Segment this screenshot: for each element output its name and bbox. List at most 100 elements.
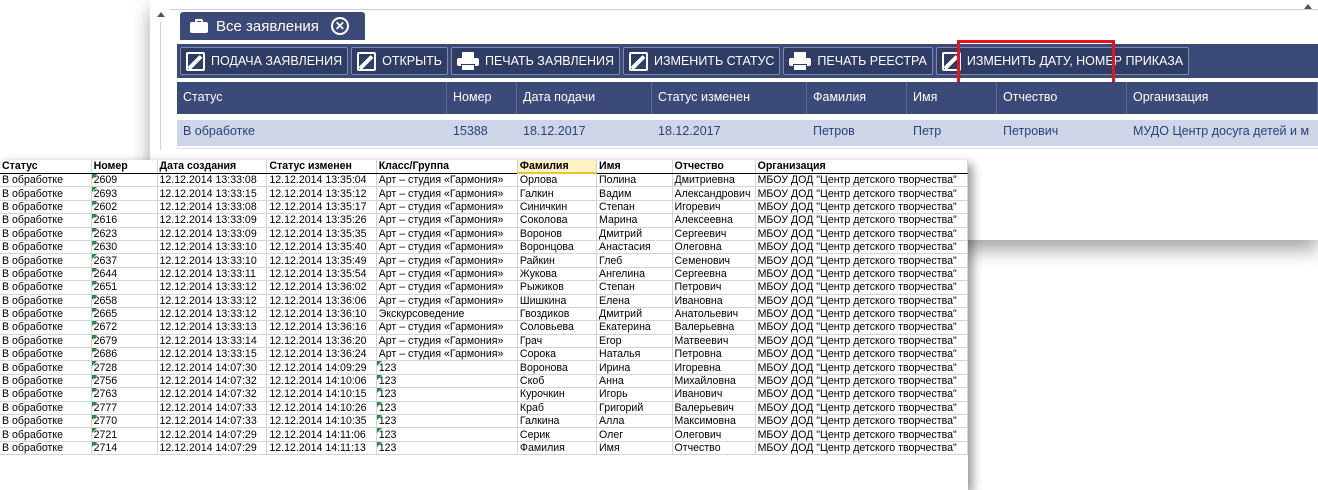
table-cell[interactable]: 123 [376, 387, 518, 402]
table-cell[interactable]: 12.12.2014 14:11:06 [266, 427, 377, 442]
table-cell[interactable]: В обработке [0, 253, 92, 268]
column-header[interactable]: Номер [447, 82, 517, 114]
table-cell[interactable]: Синичкин [517, 200, 598, 215]
column-header[interactable]: Имя [907, 82, 997, 114]
table-cell[interactable]: 12.12.2014 13:33:08 [157, 200, 268, 215]
table-cell[interactable]: 2728 [91, 360, 158, 375]
table-cell[interactable]: В обработке [0, 347, 92, 362]
table-cell[interactable]: Дмитрий [596, 307, 673, 322]
column-header[interactable]: Класс/Группа [376, 160, 518, 174]
table-cell[interactable]: Галкина [517, 414, 598, 429]
table-cell[interactable]: 123 [376, 401, 518, 416]
table-cell[interactable]: 123 [376, 360, 518, 375]
table-cell[interactable]: Серик [517, 427, 598, 442]
table-cell[interactable]: 2686 [91, 347, 158, 362]
scrollbar-track[interactable] [160, 22, 161, 150]
table-cell[interactable]: Игоревна [672, 360, 756, 375]
table-cell[interactable]: Воронов [517, 227, 598, 241]
tab-all-applications[interactable]: Все заявления ✕ [180, 12, 365, 40]
table-cell[interactable]: МБОУ ДОД "Центр детского творчества" [755, 240, 968, 255]
table-cell[interactable]: 12.12.2014 14:09:29 [266, 360, 377, 375]
table-cell[interactable]: Арт – студия «Гармония» [376, 253, 518, 268]
table-cell[interactable]: Ивановна [672, 294, 756, 308]
table-cell[interactable]: В обработке [0, 334, 92, 349]
table-cell[interactable]: Отчество [672, 441, 756, 456]
table-cell[interactable]: Арт – студия «Гармония» [376, 173, 518, 188]
table-cell[interactable]: 123 [376, 441, 518, 456]
table-cell[interactable]: В обработке [0, 401, 92, 416]
toolbar-button-3[interactable]: ПЕЧАТЬ ЗАЯВЛЕНИЯ [450, 47, 621, 75]
table-row[interactable]: В обработке 2686 12.12.2014 13:33:15 12.12.… [0, 347, 968, 362]
table-cell[interactable]: МБОУ ДОД "Центр детского творчества" [755, 360, 968, 375]
table-cell[interactable]: В обработке [0, 267, 92, 282]
column-header[interactable]: Фамилия [517, 160, 598, 175]
table-cell[interactable]: 2658 [91, 294, 158, 308]
table-cell[interactable]: 2630 [91, 240, 158, 255]
column-header[interactable]: Статус [0, 160, 92, 174]
table-cell[interactable]: Петрович [672, 280, 756, 295]
table-cell[interactable]: МБОУ ДОД "Центр детского творчества" [755, 347, 968, 362]
toolbar-button-2[interactable]: ОТКРЫТЬ [351, 47, 448, 75]
table-cell[interactable]: МБОУ ДОД "Центр детского творчества" [755, 401, 968, 416]
table-cell[interactable]: Валерьевна [672, 320, 756, 335]
table-cell[interactable]: Арт – студия «Гармония» [376, 200, 518, 215]
table-cell[interactable]: Олеговна [672, 240, 756, 255]
table-cell[interactable]: Соловьева [517, 320, 598, 335]
table-cell[interactable]: 12.12.2014 13:36:24 [266, 347, 377, 362]
table-cell[interactable]: МБОУ ДОД "Центр детского творчества" [755, 186, 968, 201]
table-row[interactable]: В обработке 2763 12.12.2014 14:07:32 12.12.… [0, 387, 968, 402]
table-cell[interactable]: 12.12.2014 13:33:09 [157, 227, 268, 241]
table-cell[interactable]: Анастасия [596, 240, 673, 255]
table-cell[interactable]: Рыжиков [517, 280, 598, 295]
table-cell[interactable]: Алексеевна [672, 213, 756, 228]
table-cell[interactable]: Краб [517, 401, 598, 416]
table-cell[interactable]: 12.12.2014 13:35:54 [266, 267, 377, 282]
table-cell[interactable]: Олегович [672, 427, 756, 442]
table-row[interactable]: В обработке 2644 12.12.2014 13:33:11 12.12.… [0, 267, 968, 282]
table-cell[interactable]: 2770 [91, 414, 158, 429]
table-row[interactable]: В обработке 15388 18.12.2017 18.12.2017 Петр… [177, 120, 1318, 146]
table-row[interactable]: В обработке 2693 12.12.2014 13:33:15 12.12.… [0, 186, 968, 201]
table-cell[interactable]: 12.12.2014 13:35:35 [266, 227, 377, 241]
table-cell[interactable]: 2672 [91, 320, 158, 335]
table-cell[interactable]: 12.12.2014 13:36:06 [266, 294, 377, 308]
table-cell[interactable]: 2623 [91, 227, 158, 241]
scroll-up-icon[interactable] [1304, 4, 1312, 9]
table-cell[interactable]: Максимовна [672, 414, 756, 429]
column-header[interactable]: Организация [1127, 82, 1318, 114]
column-header[interactable]: Дата подачи [517, 82, 652, 114]
table-cell[interactable]: 12.12.2014 14:10:06 [266, 374, 377, 389]
table-cell[interactable]: 2777 [91, 401, 158, 416]
table-cell[interactable]: 12.12.2014 14:10:15 [266, 387, 377, 402]
table-cell[interactable]: Ангелина [596, 267, 673, 282]
table-cell[interactable]: Петровна [672, 347, 756, 362]
table-cell[interactable]: 12.12.2014 13:33:10 [157, 253, 268, 268]
column-header[interactable]: Отчество [672, 160, 756, 174]
table-cell[interactable]: 12.12.2014 13:33:12 [157, 280, 268, 295]
table-cell[interactable]: 2644 [91, 267, 158, 282]
table-cell[interactable]: МБОУ ДОД "Центр детского творчества" [755, 441, 968, 456]
table-cell[interactable]: Галкин [517, 186, 598, 201]
table-cell[interactable]: Елена [596, 294, 673, 308]
table-cell[interactable]: Скоб [517, 374, 598, 389]
table-cell[interactable]: Олег [596, 427, 673, 442]
table-cell[interactable]: 12.12.2014 14:10:35 [266, 414, 377, 429]
table-cell[interactable]: 12.12.2014 13:33:11 [157, 267, 268, 282]
table-cell[interactable]: 12.12.2014 13:33:14 [157, 334, 268, 349]
table-cell[interactable]: В обработке [0, 240, 92, 255]
table-cell[interactable]: 12.12.2014 13:33:15 [157, 347, 268, 362]
table-cell[interactable]: Вадим [596, 186, 673, 201]
table-cell[interactable]: Арт – студия «Гармония» [376, 240, 518, 255]
table-cell[interactable]: Шишкина [517, 294, 598, 308]
table-row[interactable]: В обработке 2728 12.12.2014 14:07:30 12.12.… [0, 360, 968, 375]
table-cell[interactable]: Арт – студия «Гармония» [376, 347, 518, 362]
table-cell[interactable]: 2763 [91, 387, 158, 402]
table-row[interactable]: В обработке 2602 12.12.2014 13:33:08 12.12.… [0, 200, 968, 215]
table-cell[interactable]: В обработке [0, 320, 92, 335]
table-cell[interactable]: 2637 [91, 253, 158, 268]
column-header[interactable]: Статус [177, 82, 447, 114]
table-cell[interactable]: Орлова [517, 173, 598, 188]
table-row[interactable]: В обработке 2756 12.12.2014 14:07:32 12.12.… [0, 374, 968, 389]
table-cell[interactable]: 123 [376, 427, 518, 442]
table-cell[interactable]: 12.12.2014 14:07:30 [157, 360, 268, 375]
